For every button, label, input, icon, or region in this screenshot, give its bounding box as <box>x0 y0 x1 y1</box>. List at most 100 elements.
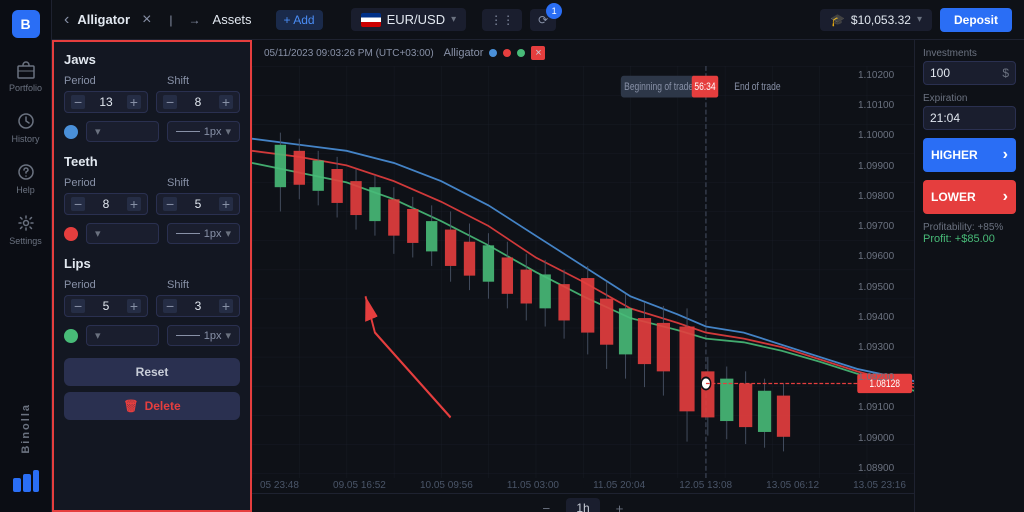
expiration-input[interactable]: 21:04 <box>923 106 1016 130</box>
teeth-line-dropdown-icon: ▾ <box>225 227 231 240</box>
lips-labels: Period Shift <box>64 279 240 291</box>
balance-display[interactable]: 🎓 $10,053.32 ▾ <box>820 9 932 31</box>
chart-container: Beginning of trade 56:34 End of trade <box>252 66 914 478</box>
zoom-in-button[interactable]: + <box>610 499 630 512</box>
lips-period-label: Period <box>64 279 137 291</box>
teeth-labels: Period Shift <box>64 177 240 189</box>
jaws-color-dot[interactable] <box>64 125 78 139</box>
lips-title: Lips <box>64 256 240 271</box>
assets-tab[interactable]: Assets <box>213 12 252 27</box>
teeth-period-value: 8 <box>103 197 110 211</box>
delete-button[interactable]: 🗑 Delete <box>64 392 240 420</box>
sidebar-item-portfolio[interactable]: Portfolio <box>0 54 51 99</box>
jaws-line-style[interactable]: 1px ▾ <box>167 121 240 142</box>
chart-type-button[interactable]: ⋮⋮ <box>482 9 522 31</box>
alligator-teeth-dot <box>503 49 511 57</box>
alligator-jaws-dot <box>489 49 497 57</box>
settings-icon <box>16 213 36 233</box>
teeth-title: Teeth <box>64 154 240 169</box>
time-2: 09.05 16:52 <box>333 480 386 491</box>
lips-inputs: − 5 + − 3 + <box>64 295 240 317</box>
jaws-shift-decrement[interactable]: − <box>163 95 177 109</box>
lips-shift-increment[interactable]: + <box>219 299 233 313</box>
investments-label: Investments <box>923 48 1016 59</box>
sidebar-item-help[interactable]: Help <box>0 156 51 201</box>
teeth-period-decrement[interactable]: − <box>71 197 85 211</box>
price-1: 1.10200 <box>858 70 910 81</box>
balance-icon: 🎓 <box>830 13 845 27</box>
lower-button[interactable]: Lower › <box>923 180 1016 214</box>
lips-period-input[interactable]: − 5 + <box>64 295 148 317</box>
sidebar-item-history[interactable]: History <box>0 105 51 150</box>
close-button[interactable]: × <box>142 11 151 29</box>
teeth-period-input[interactable]: − 8 + <box>64 193 148 215</box>
teeth-inputs: − 8 + − 5 + <box>64 193 240 215</box>
zoom-out-button[interactable]: − <box>537 499 557 512</box>
add-button[interactable]: + Add <box>276 13 323 27</box>
teeth-color-dot[interactable] <box>64 227 78 241</box>
investment-input[interactable]: 100 $ <box>923 61 1016 85</box>
jaws-period-input[interactable]: − 13 + <box>64 91 148 113</box>
teeth-color-dropdown[interactable]: ▾ <box>86 223 159 244</box>
jaws-color-dropdown[interactable]: ▾ <box>86 121 159 142</box>
chart-area: 05/11/2023 09:03:26 PM (UTC+03:00) Allig… <box>252 40 914 512</box>
back-button[interactable]: ‹ <box>64 11 69 29</box>
teeth-dropdown-icon: ▾ <box>95 227 101 240</box>
lips-period-increment[interactable]: + <box>127 299 141 313</box>
deposit-button[interactable]: Deposit <box>940 8 1012 32</box>
svg-text:Beginning of trade: Beginning of trade <box>624 81 693 93</box>
jaws-period-decrement[interactable]: − <box>71 95 85 109</box>
notification-badge: 1 <box>546 3 562 19</box>
help-icon <box>16 162 36 182</box>
trading-panel: Investments 100 $ Expiration 21:04 Highe… <box>914 40 1024 512</box>
price-2: 1.10100 <box>858 100 910 111</box>
teeth-shift-label: Shift <box>167 177 240 189</box>
time-5: 11.05 20:04 <box>593 480 645 491</box>
jaws-period-increment[interactable]: + <box>127 95 141 109</box>
teeth-shift-increment[interactable]: + <box>219 197 233 211</box>
indicator-remove-btn[interactable]: × <box>531 46 545 60</box>
history-icon <box>16 111 36 131</box>
brand-sidebar: B Portfolio History Help <box>0 0 52 512</box>
lips-shift-label: Shift <box>167 279 240 291</box>
teeth-shift-decrement[interactable]: − <box>163 197 177 211</box>
higher-arrow-icon: › <box>1003 146 1008 164</box>
lips-shift-decrement[interactable]: − <box>163 299 177 313</box>
price-labels: 1.10200 1.10100 1.10000 1.09900 1.09800 … <box>854 66 914 478</box>
teeth-color-row: ▾ 1px ▾ <box>64 223 240 244</box>
jaws-inputs: − 13 + − 8 + <box>64 91 240 113</box>
notifications-area: ⟳ 1 <box>530 9 556 31</box>
lips-color-dot[interactable] <box>64 329 78 343</box>
lips-period-decrement[interactable]: − <box>71 299 85 313</box>
lips-line-style[interactable]: 1px ▾ <box>167 325 240 346</box>
time-8: 13.05 23:16 <box>853 480 906 491</box>
alligator-settings-panel: Jaws Period Shift − 13 + − 8 + <box>52 40 252 512</box>
sidebar-item-settings[interactable]: Settings <box>0 207 51 252</box>
expiration-section: Expiration 21:04 <box>923 93 1016 130</box>
higher-button[interactable]: Higher › <box>923 138 1016 172</box>
jaws-labels: Period Shift <box>64 75 240 87</box>
teeth-shift-input[interactable]: − 5 + <box>156 193 240 215</box>
delete-label: Delete <box>145 399 181 413</box>
brand-logo: B <box>12 10 40 38</box>
jaws-shift-value: 8 <box>195 95 202 109</box>
investments-section: Investments 100 $ <box>923 48 1016 85</box>
profitability-label: Profitability: +85% <box>923 222 1016 233</box>
jaws-shift-input[interactable]: − 8 + <box>156 91 240 113</box>
lips-shift-input[interactable]: − 3 + <box>156 295 240 317</box>
price-12: 1.09100 <box>858 402 910 413</box>
price-7: 1.09600 <box>858 251 910 262</box>
jaws-title: Jaws <box>64 52 240 67</box>
lower-arrow-icon: › <box>1003 188 1008 206</box>
reset-button[interactable]: Reset <box>64 358 240 386</box>
price-5: 1.09800 <box>858 191 910 202</box>
teeth-period-increment[interactable]: + <box>127 197 141 211</box>
teeth-line-style[interactable]: 1px ▾ <box>167 223 240 244</box>
chart-bottom-bar: − 1h + <box>252 493 914 512</box>
jaws-shift-increment[interactable]: + <box>219 95 233 109</box>
lips-color-dropdown[interactable]: ▾ <box>86 325 159 346</box>
lower-label: Lower <box>931 190 976 204</box>
currency-display[interactable]: EUR/USD ▾ <box>351 8 467 31</box>
time-7: 13.05 06:12 <box>766 480 819 491</box>
lips-line-preview <box>176 335 200 336</box>
